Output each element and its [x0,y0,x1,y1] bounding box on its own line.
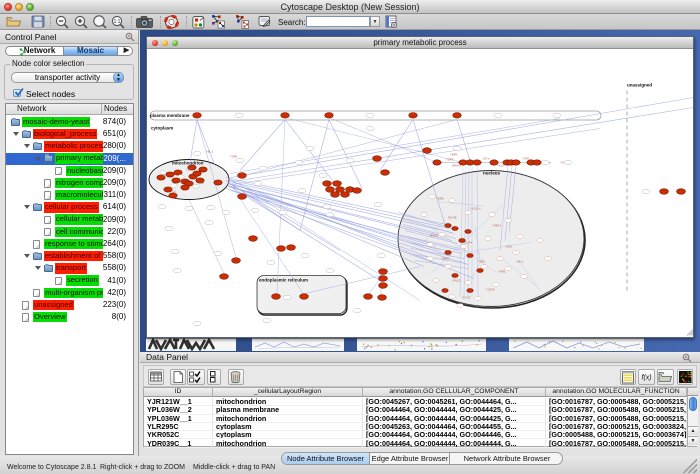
svg-text:YKL21-c: YKL21-c [470,207,481,211]
svg-text:YLR29: YLR29 [486,288,495,292]
svg-text:plasma membrane: plasma membrane [150,113,190,118]
svg-text:GO-88: GO-88 [448,216,457,220]
svg-text:YL0: YL0 [171,190,176,194]
svg-text:GO-52: GO-52 [462,296,471,300]
svg-text:YDR0: YDR0 [436,197,444,201]
svg-text:YML1: YML1 [516,260,524,264]
svg-text:YGR12: YGR12 [492,224,502,228]
svg-text:YKR5: YKR5 [498,270,506,274]
svg-text:mitochondrion: mitochondrion [172,161,204,166]
svg-text:f(x): f(x) [641,375,651,382]
svg-text:tRNA2: tRNA2 [430,234,439,238]
svg-text:nucleus: nucleus [483,171,501,176]
svg-text:YDR2: YDR2 [186,168,193,172]
svg-text:cytoplasm: cytoplasm [151,126,173,131]
svg-text:YBL-2: YBL-2 [206,150,214,154]
svg-text:YBR11: YBR11 [441,257,450,261]
svg-text:YBR0: YBR0 [450,153,458,157]
svg-text:1:1: 1:1 [114,19,121,25]
svg-text:YDR3: YDR3 [446,158,454,162]
svg-text:YGR0: YGR0 [230,155,238,159]
svg-text:unassigned: unassigned [627,83,652,88]
svg-text:YK2: YK2 [199,181,204,185]
svg-text:YPL22: YPL22 [452,279,461,283]
svg-text:GO-tr: GO-tr [483,157,490,161]
svg-text:YJR0: YJR0 [478,260,485,264]
svg-text:YB1: YB1 [160,174,165,178]
svg-text:YDL0: YDL0 [505,245,512,249]
svg-text:endoplasmic reticulum: endoplasmic reticulum [259,278,308,283]
